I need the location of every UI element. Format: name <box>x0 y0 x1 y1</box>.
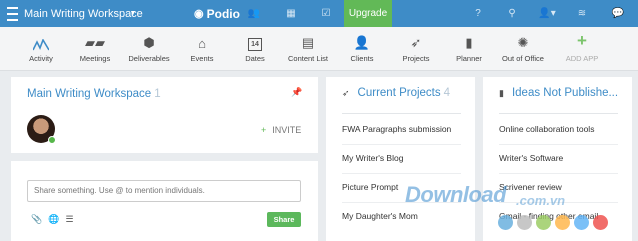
calendar-icon: 14 <box>248 33 262 51</box>
watermark-dot <box>593 215 608 230</box>
divider <box>499 144 618 145</box>
chat-icon[interactable]: 💬 <box>608 0 628 27</box>
avatar[interactable] <box>27 115 56 144</box>
divider <box>342 113 461 114</box>
content-list-icon: ▤ <box>301 35 315 50</box>
workspace-switcher[interactable]: Main Writing Workspace <box>24 0 143 27</box>
divider <box>342 144 461 145</box>
app-content-list[interactable]: ▤ Content List <box>286 33 330 67</box>
notifications-icon[interactable]: ≋ <box>572 0 592 27</box>
share-card: Share something. Use @ to mention indivi… <box>11 161 318 241</box>
search-icon[interactable]: ⚲ <box>502 0 522 27</box>
share-toolbar: 📎 🌐 ☰ <box>31 214 74 225</box>
plus-icon: + <box>577 31 587 50</box>
watermark-dot <box>555 215 570 230</box>
list-item[interactable]: Scrivener review <box>499 182 624 192</box>
format-icon[interactable]: ☰ <box>65 214 73 225</box>
watermark-dots <box>498 215 608 230</box>
podio-logo-icon: ◉ <box>194 8 204 20</box>
clients-icon: 👤 <box>353 35 371 50</box>
workspace-card: Main Writing Workspace 1 📌 + INVITE <box>11 77 318 153</box>
watermark-logo: Download <box>405 182 507 207</box>
planner-icon: ▮ <box>465 35 473 50</box>
upgrade-button[interactable]: Upgrade <box>344 0 392 27</box>
divider <box>342 173 461 174</box>
notebook-icon: ▮ <box>499 87 504 98</box>
current-projects-card: ➶ Current Projects 4 FWA Paragraphs submi… <box>326 77 475 241</box>
share-button[interactable]: Share <box>267 212 301 227</box>
hamburger-menu-icon[interactable] <box>4 0 20 27</box>
sun-icon: ✺ <box>517 35 529 50</box>
app-projects[interactable]: ➶ Projects <box>399 33 433 67</box>
divider <box>499 113 618 114</box>
globe-icon[interactable]: 🌐 <box>48 214 59 225</box>
list-item[interactable]: FWA Paragraphs submission <box>342 124 467 134</box>
top-bar: Main Writing Workspace ▼ ◉ Podio 👥 ▦ ☑ U… <box>0 0 638 27</box>
rocket-icon: ➶ <box>342 87 350 98</box>
app-events[interactable]: ⌂ Events <box>185 33 219 67</box>
attachment-icon[interactable]: 📎 <box>31 214 42 225</box>
online-status-dot <box>48 136 56 144</box>
app-activity[interactable]: Activity <box>22 33 60 67</box>
activity-icon <box>33 33 49 51</box>
logo-text: Podio <box>206 6 240 21</box>
user-menu-icon[interactable]: 👤▾ <box>537 0 557 27</box>
watermark-dot <box>574 215 589 230</box>
invite-button[interactable]: + INVITE <box>261 125 301 135</box>
events-icon: ⌂ <box>198 36 206 51</box>
share-input[interactable]: Share something. Use @ to mention indivi… <box>27 180 301 202</box>
podio-logo[interactable]: ◉ Podio <box>194 0 240 27</box>
chevron-down-icon[interactable]: ▼ <box>128 0 138 27</box>
ideas-header[interactable]: ▮ Ideas Not Publishe... <box>499 87 624 99</box>
watermark-dot <box>498 215 513 230</box>
list-item[interactable]: My Writer's Blog <box>342 153 467 163</box>
list-item[interactable]: Writer's Software <box>499 153 624 163</box>
pin-icon[interactable]: 📌 <box>291 87 302 98</box>
app-meetings[interactable]: ▰▰ Meetings <box>76 33 114 67</box>
app-clients[interactable]: 👤 Clients <box>346 33 378 67</box>
rocket-icon: ➶ <box>410 35 422 50</box>
projects-header[interactable]: ➶ Current Projects 4 <box>342 87 450 99</box>
contacts-icon[interactable]: 👥 <box>244 0 264 27</box>
member-count: 1 <box>154 88 161 100</box>
calendar-icon[interactable]: ▦ <box>281 0 301 27</box>
watermark-domain: .com.vn <box>516 193 566 208</box>
list-item[interactable]: My Daughter's Mom <box>342 211 467 221</box>
help-icon[interactable]: ? <box>468 0 488 27</box>
add-app-button[interactable]: + ADD APP <box>564 31 600 67</box>
list-item[interactable]: Online collaboration tools <box>499 124 624 134</box>
meetings-icon: ▰▰ <box>85 35 105 50</box>
workspace-title[interactable]: Main Writing Workspace 1 <box>27 88 161 100</box>
divider <box>499 173 618 174</box>
app-planner[interactable]: ▮ Planner <box>454 33 484 67</box>
watermark-dot <box>517 215 532 230</box>
watermark-dot <box>536 215 551 230</box>
app-dates[interactable]: 14 Dates <box>240 33 270 67</box>
app-out-of-office[interactable]: ✺ Out of Office <box>500 33 546 67</box>
app-bar: Activity ▰▰ Meetings ⬢ Deliverables ⌂ Ev… <box>0 27 638 71</box>
plus-icon: + <box>261 125 267 135</box>
tasks-icon[interactable]: ☑ <box>316 0 336 27</box>
app-deliverables[interactable]: ⬢ Deliverables <box>126 33 172 67</box>
deliverables-icon: ⬢ <box>143 35 155 50</box>
projects-count: 4 <box>443 87 451 99</box>
